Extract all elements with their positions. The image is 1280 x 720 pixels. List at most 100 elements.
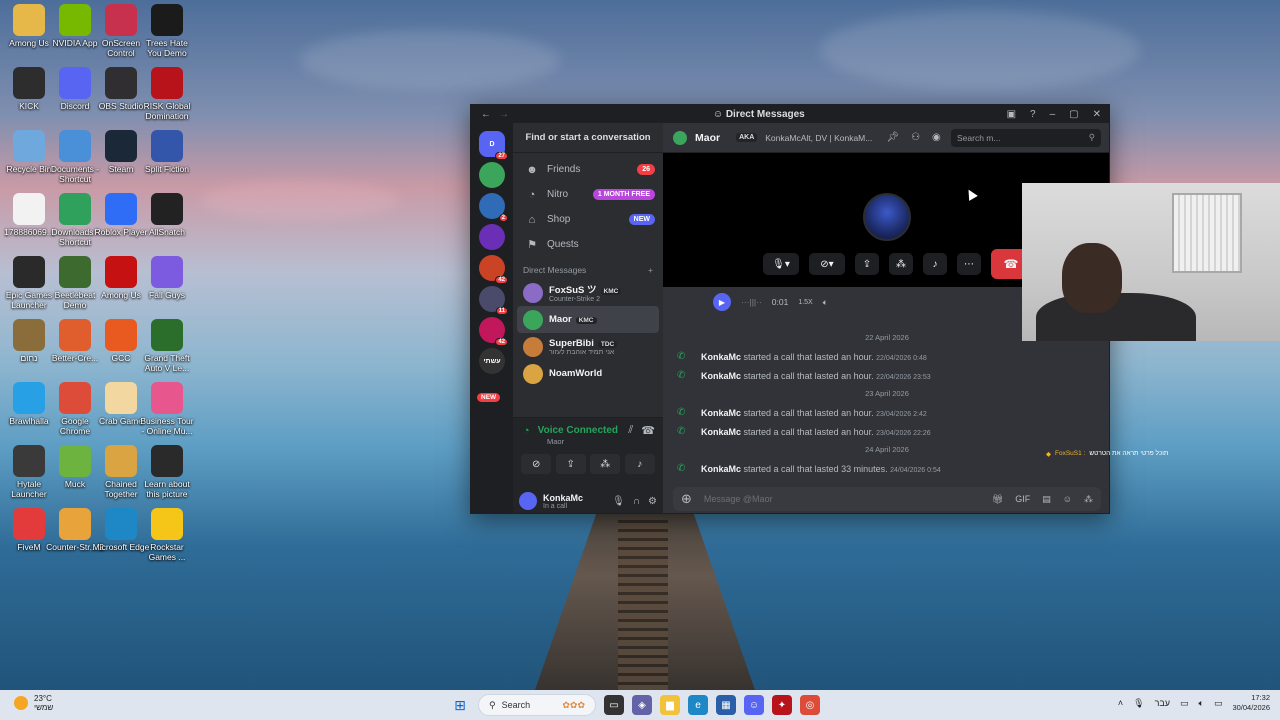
keyboard-language[interactable]: עבר xyxy=(1155,698,1170,708)
nav-item-quests[interactable]: ⚑ Quests xyxy=(513,232,663,257)
server-icon[interactable] xyxy=(479,162,505,188)
settings-gear-icon[interactable]: ⚙ xyxy=(648,496,657,507)
gif-icon[interactable]: GIF xyxy=(1015,494,1030,505)
caller-avatar[interactable] xyxy=(863,193,911,241)
activities-button[interactable]: ⁂ xyxy=(590,454,621,474)
back-arrow-icon[interactable]: ← xyxy=(481,109,491,120)
dm-item[interactable]: Maor KMC xyxy=(517,306,659,333)
desktop-icon[interactable]: Fall Guys xyxy=(138,256,196,300)
desktop-icon[interactable]: Learn about this picture xyxy=(138,445,196,499)
add-friends-icon[interactable]: ⚇ xyxy=(911,132,920,143)
call-description: started a call that lasted an hour. xyxy=(743,351,874,362)
play-button[interactable]: ▶ xyxy=(713,293,731,311)
task-view-icon[interactable]: ▭ xyxy=(604,695,624,715)
user-avatar[interactable] xyxy=(519,492,537,510)
desktop-icon[interactable]: Trees Hate You Demo xyxy=(138,4,196,58)
headphones-icon[interactable]: ∩ xyxy=(633,496,640,507)
desktop-icon-label: AllSnatch xyxy=(149,227,185,237)
server-icon[interactable]: 42 xyxy=(479,317,508,346)
attach-plus-icon[interactable]: ⊕ xyxy=(681,491,692,507)
desktop-icon[interactable]: Grand Theft Auto V Le... xyxy=(138,319,196,373)
davinci-icon[interactable]: ✦ xyxy=(772,695,792,715)
sticker-icon[interactable]: ▤ xyxy=(1042,494,1051,505)
dm-item[interactable]: FoxSuS ツ KMC Counter-Strike 2 xyxy=(517,279,659,306)
nav-item-nitro[interactable]: ◔ Nitro 1 MONTH FREE xyxy=(513,182,663,207)
playback-speed[interactable]: 1.5X xyxy=(798,299,812,306)
pin-icon[interactable]: 📌︎ xyxy=(886,132,899,143)
edge-icon[interactable]: e xyxy=(688,695,708,715)
desktop-icon[interactable]: Rockstar Games ... xyxy=(138,508,196,562)
nav-item-shop[interactable]: ⌂ Shop NEW xyxy=(513,207,663,232)
server-icon[interactable]: 42 xyxy=(479,255,508,284)
volume-icon[interactable]: 🔈︎ xyxy=(1199,698,1204,709)
emoji-icon[interactable]: ☺ xyxy=(1063,494,1072,505)
desktop-icon[interactable]: Business Tour - Online Mu... xyxy=(138,382,196,436)
server-icon[interactable]: 2 xyxy=(479,193,508,222)
server-icon[interactable] xyxy=(479,224,505,250)
call-log-message: ✆ KonkaMc started a call that lasted an h… xyxy=(677,351,927,362)
windows-start-icon[interactable]: ⊞ xyxy=(450,695,470,715)
camera-toggle-button[interactable]: ⊘▾ xyxy=(809,253,845,275)
soundboard-button[interactable]: ♪ xyxy=(923,253,947,275)
noise-suppression-icon[interactable]: ⫽ xyxy=(628,424,633,437)
file-explorer-icon[interactable]: ▆ xyxy=(660,695,680,715)
call-author[interactable]: KonkaMc xyxy=(701,352,741,362)
network-icon[interactable]: ▭ xyxy=(1180,698,1189,709)
dm-name: Maor xyxy=(549,314,572,325)
chrome-icon[interactable]: ◎ xyxy=(800,695,820,715)
desktop-icon[interactable]: RISK Global Domination xyxy=(138,67,196,121)
discord-taskbar-icon[interactable]: ☺ xyxy=(744,695,764,715)
inbox-icon[interactable]: ▣ xyxy=(1007,109,1016,120)
taskbar-search[interactable]: ⚲ Search ✿✿✿ xyxy=(478,694,596,716)
maximize-button[interactable]: ▢ xyxy=(1069,109,1078,120)
weather-widget[interactable]: 23°C שמשי xyxy=(14,694,53,712)
minimize-button[interactable]: – xyxy=(1050,109,1056,120)
call-author[interactable]: KonkaMc xyxy=(701,408,741,418)
message-input-placeholder[interactable]: Message @Maor xyxy=(704,494,980,504)
server-icon[interactable]: 11 xyxy=(479,286,508,315)
edge-icon xyxy=(105,508,137,540)
activities-button[interactable]: ⁂ xyxy=(889,253,913,275)
server-icon[interactable]: עשתי xyxy=(479,348,505,374)
microphone-tray-icon[interactable]: 🎙︎ xyxy=(1133,698,1144,709)
disconnect-icon[interactable]: ☎ xyxy=(641,424,655,437)
soundboard-button[interactable]: ♪ xyxy=(624,454,655,474)
chevron-up-icon[interactable]: ˄ xyxy=(1118,698,1123,708)
call-timestamp: 22/04/2026 23:53 xyxy=(876,373,931,381)
mute-button[interactable]: 🎙︎▾ xyxy=(763,253,799,275)
message-composer[interactable]: ⊕ Message @Maor 🎁︎ GIF ▤ ☺ ⁂ xyxy=(673,487,1101,511)
battery-icon[interactable]: ▭ xyxy=(1214,698,1223,709)
dm-item[interactable]: NoamWorld xyxy=(517,360,659,387)
teams-icon[interactable]: ◈ xyxy=(632,695,652,715)
forward-arrow-icon[interactable]: → xyxy=(499,109,509,120)
more-options-button[interactable]: ⋯ xyxy=(957,253,981,275)
camera-off-button[interactable]: ⊘ xyxy=(521,454,552,474)
call-author[interactable]: KonkaMc xyxy=(701,464,741,474)
user-profile-icon[interactable]: ◉ xyxy=(932,132,941,143)
server-icon[interactable]: D 27 xyxy=(479,131,508,160)
find-conversation-button[interactable]: Find or start a conversation xyxy=(513,123,663,153)
store-icon[interactable]: ▦ xyxy=(716,695,736,715)
gift-icon[interactable]: 🎁︎ xyxy=(992,494,1003,505)
clock[interactable]: 17:32 30/04/2026 xyxy=(1232,693,1270,713)
apps-icon[interactable]: ⁂ xyxy=(1084,494,1093,505)
screen-share-button[interactable]: ⇪ xyxy=(855,253,879,275)
desktop-icon[interactable]: Split Fiction xyxy=(138,130,196,174)
server-new-badge[interactable]: NEW xyxy=(477,393,501,402)
call-author[interactable]: KonkaMc xyxy=(701,427,741,437)
voice-connected-panel: ◔ Voice Connected ⫽ ☎ Maor ⊘ ⇪ ⁂ ♪ xyxy=(513,417,663,487)
call-author[interactable]: KonkaMc xyxy=(701,371,741,381)
search-input[interactable]: Search m... ⚲ xyxy=(951,128,1101,147)
volume-icon[interactable]: 🔈︎ xyxy=(823,297,828,308)
dm-item[interactable]: SuperBibi TDC אני תמיד אוהבת לעזור xyxy=(517,333,659,360)
help-icon[interactable]: ? xyxy=(1030,109,1036,120)
add-dm-icon[interactable]: + xyxy=(648,265,653,275)
phone-icon: ✆ xyxy=(677,463,686,474)
microphone-icon[interactable]: 🎙︎ xyxy=(612,496,625,507)
nav-list: ☻ Friends 26 ◔ Nitro 1 MONTH FREE ⌂ Shop NEW ⚑ Que… xyxy=(513,157,663,257)
voice-status[interactable]: Voice Connected xyxy=(538,425,618,436)
screen-share-button[interactable]: ⇪ xyxy=(555,454,586,474)
desktop-icon[interactable]: AllSnatch xyxy=(138,193,196,237)
nav-item-friends[interactable]: ☻ Friends 26 xyxy=(513,157,663,182)
close-button[interactable]: ✕ xyxy=(1093,109,1101,120)
